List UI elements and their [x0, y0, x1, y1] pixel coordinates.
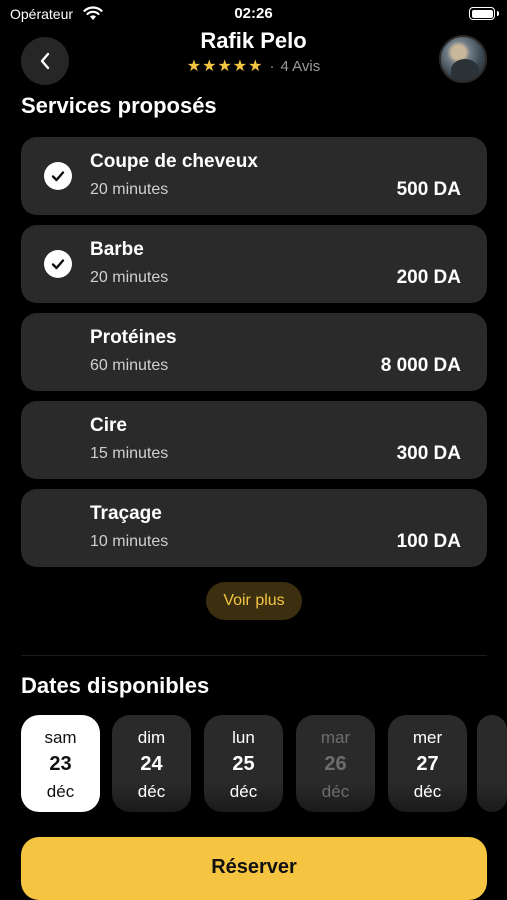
checkmark-icon: [44, 162, 72, 190]
service-duration: 10 minutes: [90, 533, 169, 550]
date-card-dim-24[interactable]: dim 24 déc: [112, 715, 191, 812]
service-duration: 15 minutes: [90, 445, 169, 462]
service-duration: 20 minutes: [90, 181, 169, 198]
date-weekday: sam: [44, 728, 77, 747]
date-month: déc: [137, 782, 166, 801]
service-name: Protéines: [90, 327, 177, 348]
date-day: 23: [49, 753, 72, 775]
reserve-button[interactable]: Réserver: [21, 837, 487, 900]
service-name: Traçage: [90, 503, 162, 524]
battery-icon: [469, 7, 495, 20]
date-month: déc: [321, 782, 350, 801]
service-duration: 20 minutes: [90, 269, 169, 286]
service-duration: 60 minutes: [90, 357, 169, 374]
date-day: 24: [140, 753, 163, 775]
date-card-next-partial[interactable]: [477, 715, 507, 812]
service-name: Barbe: [90, 239, 144, 260]
date-weekday: dim: [137, 728, 166, 747]
service-price: 500 DA: [396, 179, 461, 200]
date-month: déc: [229, 782, 258, 801]
reviews-count: 4 Avis: [280, 57, 321, 75]
rating-row[interactable]: ★★★★★ · 4 Avis: [0, 56, 507, 76]
service-price: 300 DA: [396, 443, 461, 464]
service-card-cire[interactable]: Cire 15 minutes 300 DA: [21, 401, 487, 479]
date-card-mar-26: mar 26 déc: [296, 715, 375, 812]
date-month: déc: [46, 782, 75, 801]
date-day: 27: [416, 753, 439, 775]
clock: 02:26: [234, 5, 273, 22]
date-day: 25: [232, 753, 255, 775]
service-price: 8 000 DA: [380, 355, 461, 376]
date-card-mer-27[interactable]: mer 27 déc: [388, 715, 467, 812]
divider: [21, 655, 487, 656]
checkmark-icon: [44, 250, 72, 278]
date-weekday: mar: [320, 728, 351, 747]
status-bar: Opérateur 02:26: [0, 0, 507, 30]
service-price: 200 DA: [396, 267, 461, 288]
avatar[interactable]: [439, 35, 487, 83]
service-card-tracage[interactable]: Traçage 10 minutes 100 DA: [21, 489, 487, 567]
date-weekday: lun: [232, 728, 255, 747]
date-month: déc: [413, 782, 442, 801]
service-name: Coupe de cheveux: [90, 151, 258, 172]
separator: ·: [269, 57, 275, 75]
dates-title: Dates disponibles: [21, 673, 210, 698]
service-card-barbe[interactable]: Barbe 20 minutes 200 DA: [21, 225, 487, 303]
barber-name: Rafik Pelo: [200, 28, 307, 53]
date-card-sam-23[interactable]: sam 23 déc: [21, 715, 100, 812]
services-title: Services proposés: [21, 93, 217, 118]
see-more-button[interactable]: Voir plus: [206, 582, 302, 620]
service-name: Cire: [90, 415, 127, 436]
date-weekday: mer: [412, 728, 443, 747]
date-day: 26: [324, 753, 347, 775]
service-card-proteines[interactable]: Protéines 60 minutes 8 000 DA: [21, 313, 487, 391]
star-rating: ★★★★★: [186, 58, 264, 75]
service-price: 100 DA: [396, 531, 461, 552]
date-card-lun-25[interactable]: lun 25 déc: [204, 715, 283, 812]
service-card-coupe[interactable]: Coupe de cheveux 20 minutes 500 DA: [21, 137, 487, 215]
